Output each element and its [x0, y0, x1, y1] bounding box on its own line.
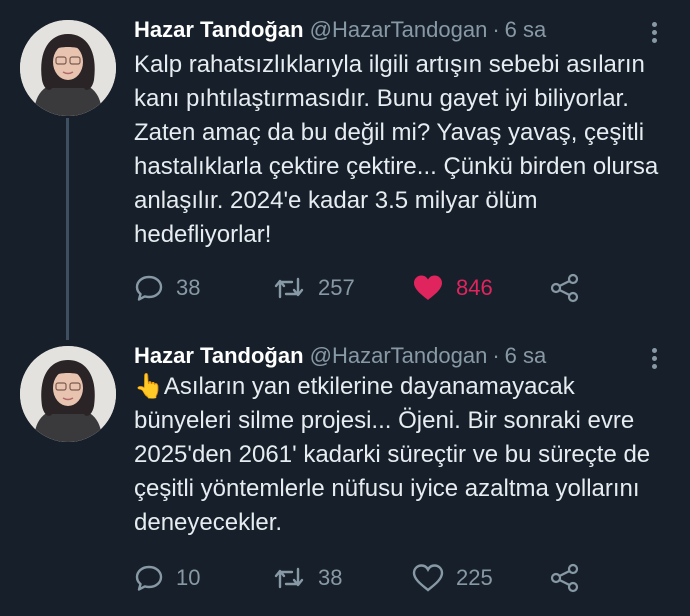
- tweet-header: Hazar Tandoğan @HazarTandogan · 6 sa: [134, 14, 546, 46]
- user-handle[interactable]: @HazarTandogan: [310, 343, 488, 368]
- user-handle[interactable]: @HazarTandogan: [310, 17, 488, 42]
- reply-icon: [134, 564, 164, 592]
- display-name[interactable]: Hazar Tandoğan: [134, 17, 304, 42]
- reply-count: 38: [176, 275, 201, 300]
- separator-dot: ·: [492, 343, 500, 368]
- like-button[interactable]: 846: [412, 270, 493, 306]
- tweet-actions: 38 257 846: [134, 270, 634, 306]
- tweet[interactable]: Hazar Tandoğan @HazarTandogan · 6 sa Kalp …: [0, 0, 690, 330]
- heart-icon: [412, 564, 444, 592]
- reply-icon: [134, 274, 164, 302]
- heart-icon: [412, 274, 444, 302]
- retweet-icon: [272, 565, 306, 591]
- share-button[interactable]: [550, 270, 580, 306]
- timestamp[interactable]: 6 sa: [505, 17, 547, 42]
- retweet-button[interactable]: 257: [272, 270, 355, 306]
- retweet-icon: [272, 275, 306, 301]
- tweet[interactable]: Hazar Tandoğan @HazarTandogan · 6 sa 👆Asıl…: [0, 330, 690, 616]
- share-icon: [550, 563, 580, 593]
- reply-count: 10: [176, 565, 201, 590]
- more-vertical-icon[interactable]: [652, 22, 658, 44]
- like-count: 225: [456, 565, 493, 590]
- avatar[interactable]: [20, 346, 116, 442]
- tweet-actions: 10 38 225: [134, 560, 634, 596]
- like-count: 846: [456, 275, 493, 300]
- avatar[interactable]: [20, 20, 116, 116]
- reply-button[interactable]: 10: [134, 560, 200, 596]
- timestamp[interactable]: 6 sa: [505, 343, 547, 368]
- retweet-count: 257: [318, 275, 355, 300]
- display-name[interactable]: Hazar Tandoğan: [134, 343, 304, 368]
- share-button[interactable]: [550, 560, 580, 596]
- retweet-count: 38: [318, 565, 343, 590]
- separator-dot: ·: [492, 17, 500, 42]
- retweet-button[interactable]: 38: [272, 560, 342, 596]
- tweet-text: 👆Asıların yan etkilerine dayanamayacak b…: [134, 373, 651, 536]
- reply-button[interactable]: 38: [134, 270, 200, 306]
- like-button[interactable]: 225: [412, 560, 493, 596]
- share-icon: [550, 273, 580, 303]
- tweet-text: Kalp rahatsızlıklarıyla ilgili artışın s…: [134, 51, 659, 248]
- more-vertical-icon[interactable]: [652, 348, 658, 370]
- tweet-header: Hazar Tandoğan @HazarTandogan · 6 sa: [134, 340, 546, 372]
